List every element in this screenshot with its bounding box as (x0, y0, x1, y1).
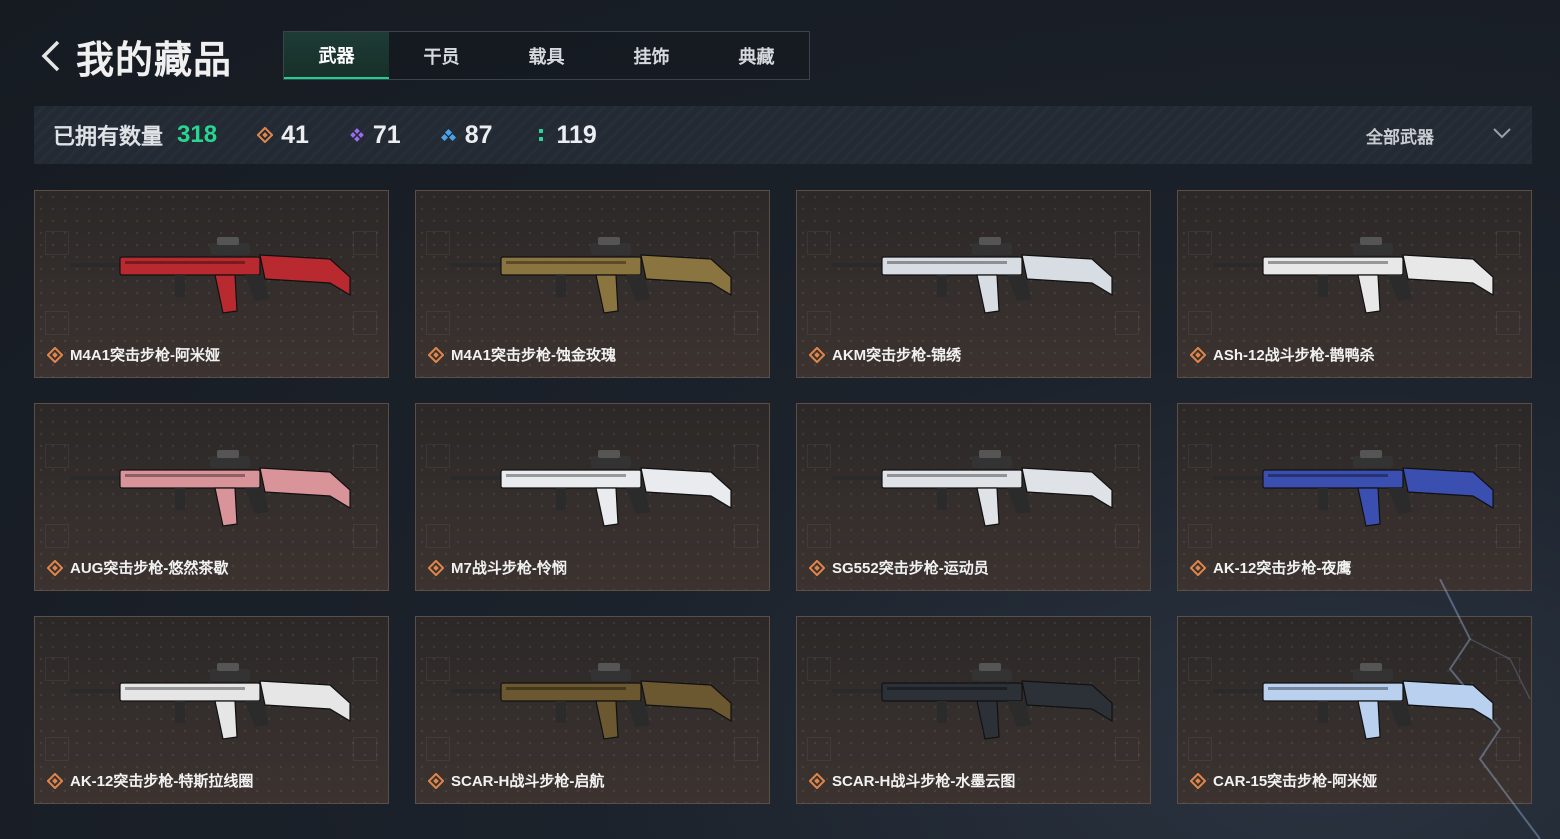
weapon-image (832, 237, 1113, 314)
page-title: 我的藏品 (76, 39, 233, 82)
weapon-image (70, 237, 351, 314)
rarity-blue-stat: 87 (440, 120, 493, 150)
weapon-skin-label-row: AUG突击步枪-悠然茶歇 (47, 557, 228, 578)
rarity-diamond-icon (428, 772, 444, 789)
weapon-skin-name: AUG突击步枪-悠然茶歇 (70, 560, 229, 577)
weapon-image (1213, 450, 1494, 527)
rarity-diamond-icon (809, 772, 825, 789)
weapon-skin-label-row: M4A1突击步枪-蚀金玫瑰 (428, 344, 616, 365)
weapon-skin-name: M4A1突击步枪-蚀金玫瑰 (451, 347, 617, 364)
weapon-skin-card[interactable]: SCAR-H战斗步枪-启航 (415, 616, 770, 804)
weapon-filter-dropdown[interactable]: 全部武器 (1366, 106, 1512, 164)
weapon-skin-card[interactable]: M4A1突击步枪-蚀金玫瑰 (415, 190, 770, 378)
collection-stats-bar: 已拥有数量 318 41 71 87 119 全部武器 (34, 106, 1532, 164)
owned-count-value: 318 (177, 121, 218, 148)
weapon-skin-name: AK-12突击步枪-特斯拉线圈 (70, 773, 254, 790)
weapon-skin-label-row: SCAR-H战斗步枪-启航 (428, 770, 604, 791)
weapon-skin-card[interactable]: AKM突击步枪-锦绣 (796, 190, 1151, 378)
weapon-skin-name: AK-12突击步枪-夜鹰 (1213, 560, 1352, 577)
weapon-skin-card[interactable]: M4A1突击步枪-阿米娅 (34, 190, 389, 378)
lightning-decoration (1439, 579, 1541, 839)
rarity-diamond-icon (428, 559, 444, 576)
weapon-skin-name: ASh-12战斗步枪-鹊鸭杀 (1213, 347, 1375, 364)
weapon-skin-name: M7战斗步枪-怜悯 (451, 560, 567, 577)
weapon-image (832, 450, 1113, 527)
tab-vehicles[interactable]: 载具 (494, 32, 599, 79)
weapon-skin-label-row: CAR-15突击步枪-阿米娅 (1190, 770, 1377, 791)
weapon-image (451, 237, 732, 314)
weapon-skin-card[interactable]: AK-12突击步枪-特斯拉线圈 (34, 616, 389, 804)
weapon-skin-label-row: ASh-12战斗步枪-鹊鸭杀 (1190, 344, 1375, 365)
rarity-diamond-icon (809, 559, 825, 576)
rarity-blue-count: 87 (464, 120, 493, 149)
rarity-diamond-icon (1190, 772, 1206, 789)
weapon-skin-label-row: AKM突击步枪-锦绣 (809, 344, 961, 365)
rarity-purple-count: 71 (372, 120, 401, 149)
rarity-diamond-icon (47, 559, 63, 576)
weapon-image (451, 663, 732, 740)
weapon-image (70, 663, 351, 740)
rarity-diamond-icon (1190, 559, 1206, 576)
weapon-image (832, 663, 1113, 740)
tab-collection[interactable]: 典藏 (704, 32, 809, 79)
weapon-filter-label: 全部武器 (1366, 127, 1434, 147)
weapon-image (451, 450, 732, 527)
weapon-skin-label-row: AK-12突击步枪-特斯拉线圈 (47, 770, 253, 791)
rarity-diamond-icon (809, 346, 825, 363)
category-tabs: 武器 干员 载具 挂饰 典藏 (283, 31, 810, 80)
tab-charms[interactable]: 挂饰 (599, 32, 704, 79)
weapon-skin-card[interactable]: AK-12突击步枪-夜鹰 (1177, 403, 1532, 591)
weapon-skin-label-row: M4A1突击步枪-阿米娅 (47, 344, 220, 365)
weapon-skin-name: CAR-15突击步枪-阿米娅 (1213, 773, 1378, 790)
rarity-diamond-icon (47, 346, 63, 363)
weapon-skin-label-row: SCAR-H战斗步枪-水墨云图 (809, 770, 1015, 791)
rarity-purple-stat: 71 (349, 121, 401, 150)
rarity-diamond-icon (428, 346, 444, 363)
weapon-skin-card[interactable]: SG552突击步枪-运动员 (796, 403, 1151, 591)
back-arrow-icon[interactable] (34, 36, 68, 76)
rarity-orange-stat: 41 (257, 121, 309, 150)
purple-diamond-icon (349, 127, 365, 143)
owned-count-label: 已拥有数量 (53, 124, 164, 149)
green-dots-icon (533, 127, 549, 143)
rarity-diamond-icon (47, 772, 63, 789)
tab-operators[interactable]: 干员 (389, 32, 494, 79)
weapon-image (1213, 237, 1494, 314)
rarity-green-count: 119 (556, 120, 597, 149)
weapon-skin-card[interactable]: AUG突击步枪-悠然茶歇 (34, 403, 389, 591)
weapon-skin-name: SG552突击步枪-运动员 (832, 560, 989, 577)
weapon-skin-name: SCAR-H战斗步枪-启航 (451, 773, 605, 790)
weapon-skin-card[interactable]: SCAR-H战斗步枪-水墨云图 (796, 616, 1151, 804)
rarity-green-stat: 119 (533, 121, 597, 150)
weapon-image (70, 450, 351, 527)
rarity-orange-count: 41 (281, 120, 309, 149)
weapon-skin-label-row: SG552突击步枪-运动员 (809, 557, 989, 578)
chevron-down-icon (1492, 126, 1512, 144)
weapon-skin-name: SCAR-H战斗步枪-水墨云图 (832, 773, 1016, 790)
weapon-skin-name: AKM突击步枪-锦绣 (832, 347, 962, 364)
blue-diamond-icon (440, 127, 457, 143)
weapon-skin-label-row: M7战斗步枪-怜悯 (428, 557, 567, 578)
weapon-skin-card[interactable]: M7战斗步枪-怜悯 (415, 403, 770, 591)
weapon-skin-label-row: AK-12突击步枪-夜鹰 (1190, 557, 1351, 578)
weapon-skin-name: M4A1突击步枪-阿米娅 (70, 347, 221, 364)
weapon-skin-card[interactable]: ASh-12战斗步枪-鹊鸭杀 (1177, 190, 1532, 378)
tab-weapons[interactable]: 武器 (284, 32, 389, 79)
page-header: 我的藏品 (34, 30, 232, 82)
orange-diamond-icon (257, 127, 274, 143)
rarity-diamond-icon (1190, 346, 1206, 363)
